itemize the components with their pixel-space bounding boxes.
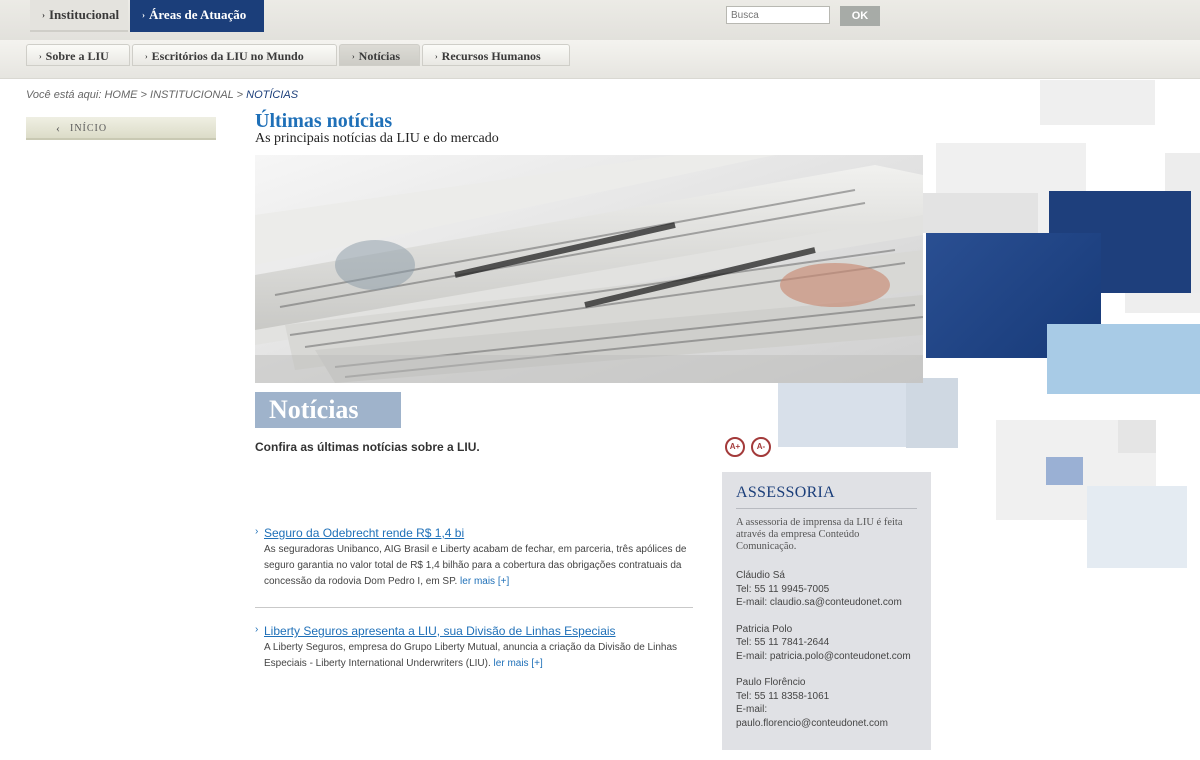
assessoria-description: A assessoria de imprensa da LIU é feita … <box>736 517 903 552</box>
subnav-tab-sobre-a-liu[interactable]: › Sobre a LIU <box>26 44 130 66</box>
contact-name: Cláudio Sá <box>736 570 785 581</box>
read-more-link[interactable]: ler mais [+] <box>460 576 509 587</box>
subnav-tab-escritorios[interactable]: › Escritórios da LIU no Mundo <box>132 44 337 66</box>
top-tab-institucional[interactable]: › Institucional <box>30 0 128 32</box>
search-input[interactable] <box>726 6 830 24</box>
subnav-tab-recursos-humanos[interactable]: › Recursos Humanos <box>422 44 570 66</box>
contact-tel: Tel: 55 11 8358-1061 <box>736 690 830 702</box>
chevron-left-icon: ‹ <box>56 121 61 135</box>
page-title: Últimas notícias <box>255 110 393 132</box>
news-item: › Seguro da Odebrecht rende R$ 1,4 bi As… <box>255 526 695 590</box>
contact-email[interactable]: E-mail: patricia.polo@conteudonet.com <box>736 650 917 664</box>
assessoria-title: ASSESSORIA <box>736 484 836 501</box>
subnav-tab-noticias[interactable]: › Notícias <box>339 44 420 66</box>
news-divider <box>255 607 693 608</box>
intro-text: Confira as últimas notícias sobre a LIU. <box>255 440 480 454</box>
hero-newspaper-image <box>255 155 923 383</box>
contact-tel: Tel: 55 11 7841-2644 <box>736 637 830 648</box>
breadcrumb-separator: > <box>140 89 147 101</box>
chevron-right-icon: › <box>435 52 438 61</box>
chevron-right-icon: › <box>145 52 148 61</box>
top-tab-areas-de-atuacao[interactable]: › Áreas de Atuação <box>130 0 264 32</box>
news-headline-link[interactable]: Liberty Seguros apresenta a LIU, sua Div… <box>264 624 695 638</box>
subnav-tab-label: Sobre a LIU <box>45 49 109 63</box>
news-headline-link[interactable]: Seguro da Odebrecht rende R$ 1,4 bi <box>264 526 695 540</box>
contact-name: Patricia Polo <box>736 623 793 635</box>
breadcrumb-prefix: Você está aqui: <box>26 89 102 101</box>
page-subtitle: As principais notícias da LIU e do merca… <box>255 131 499 146</box>
news-body-text: A Liberty Seguros, empresa do Grupo Libe… <box>264 642 678 669</box>
news-item: › Liberty Seguros apresenta a LIU, sua D… <box>255 624 695 672</box>
breadcrumb-separator: > <box>236 89 244 101</box>
contact-card: Patricia Polo Tel: 55 11 7841-2644 E-mai… <box>736 623 917 664</box>
sidebar-item-inicio[interactable]: ‹ INÍCIO <box>26 117 216 140</box>
contact-email[interactable]: E-mail: claudio.sa@conteudonet.com <box>736 596 917 610</box>
contact-email-label: E-mail: <box>736 704 768 715</box>
assessoria-box: ASSESSORIA A assessoria de imprensa da L… <box>722 472 931 750</box>
breadcrumb-section[interactable]: INSTITUCIONAL <box>150 89 234 101</box>
subnav-tab-label: Escritórios da LIU no Mundo <box>151 49 304 63</box>
chevron-right-icon: › <box>39 52 42 61</box>
news-body: A Liberty Seguros, empresa do Grupo Libe… <box>264 640 695 672</box>
bullet-chevron-icon: › <box>255 624 259 635</box>
top-tab-label: Institucional <box>49 7 120 22</box>
contact-name: Paulo Florêncio <box>736 677 806 688</box>
assessoria-divider <box>736 508 917 509</box>
font-decrease-button[interactable]: A- <box>751 437 771 457</box>
search-ok-button[interactable]: OK <box>840 6 880 26</box>
contact-card: Paulo Florêncio Tel: 55 11 8358-1061 E-m… <box>736 676 917 730</box>
news-body: As seguradoras Unibanco, AIG Brasil e Li… <box>264 542 695 590</box>
sidebar-item-label: INÍCIO <box>70 123 108 134</box>
font-increase-button[interactable]: A+ <box>725 437 745 457</box>
breadcrumb-current: NOTÍCIAS <box>246 89 299 101</box>
chevron-right-icon: › <box>42 10 45 20</box>
contact-email[interactable]: paulo.florencio@conteudonet.com <box>736 717 917 731</box>
subnav-tab-label: Notícias <box>358 49 400 63</box>
subnav-tab-label: Recursos Humanos <box>441 49 541 63</box>
bullet-chevron-icon: › <box>255 526 259 537</box>
top-navigation-bar: › Institucional › Áreas de Atuação OK <box>0 0 1200 41</box>
breadcrumb-home[interactable]: HOME <box>104 89 137 101</box>
breadcrumb: Você está aqui: HOME > INSTITUCIONAL > N… <box>26 89 298 101</box>
contact-tel: Tel: 55 11 9945-7005 <box>736 583 830 595</box>
section-heading-noticias: Notícias <box>255 392 401 428</box>
chevron-right-icon: › <box>352 52 355 61</box>
top-tab-label: Áreas de Atuação <box>149 7 247 22</box>
contact-card: Cláudio Sá Tel: 55 11 9945-7005 E-mail: … <box>736 569 917 610</box>
read-more-link[interactable]: ler mais [+] <box>494 658 543 669</box>
chevron-right-icon: › <box>142 10 145 20</box>
sub-navigation-bar: › Sobre a LIU › Escritórios da LIU no Mund… <box>0 40 1200 79</box>
